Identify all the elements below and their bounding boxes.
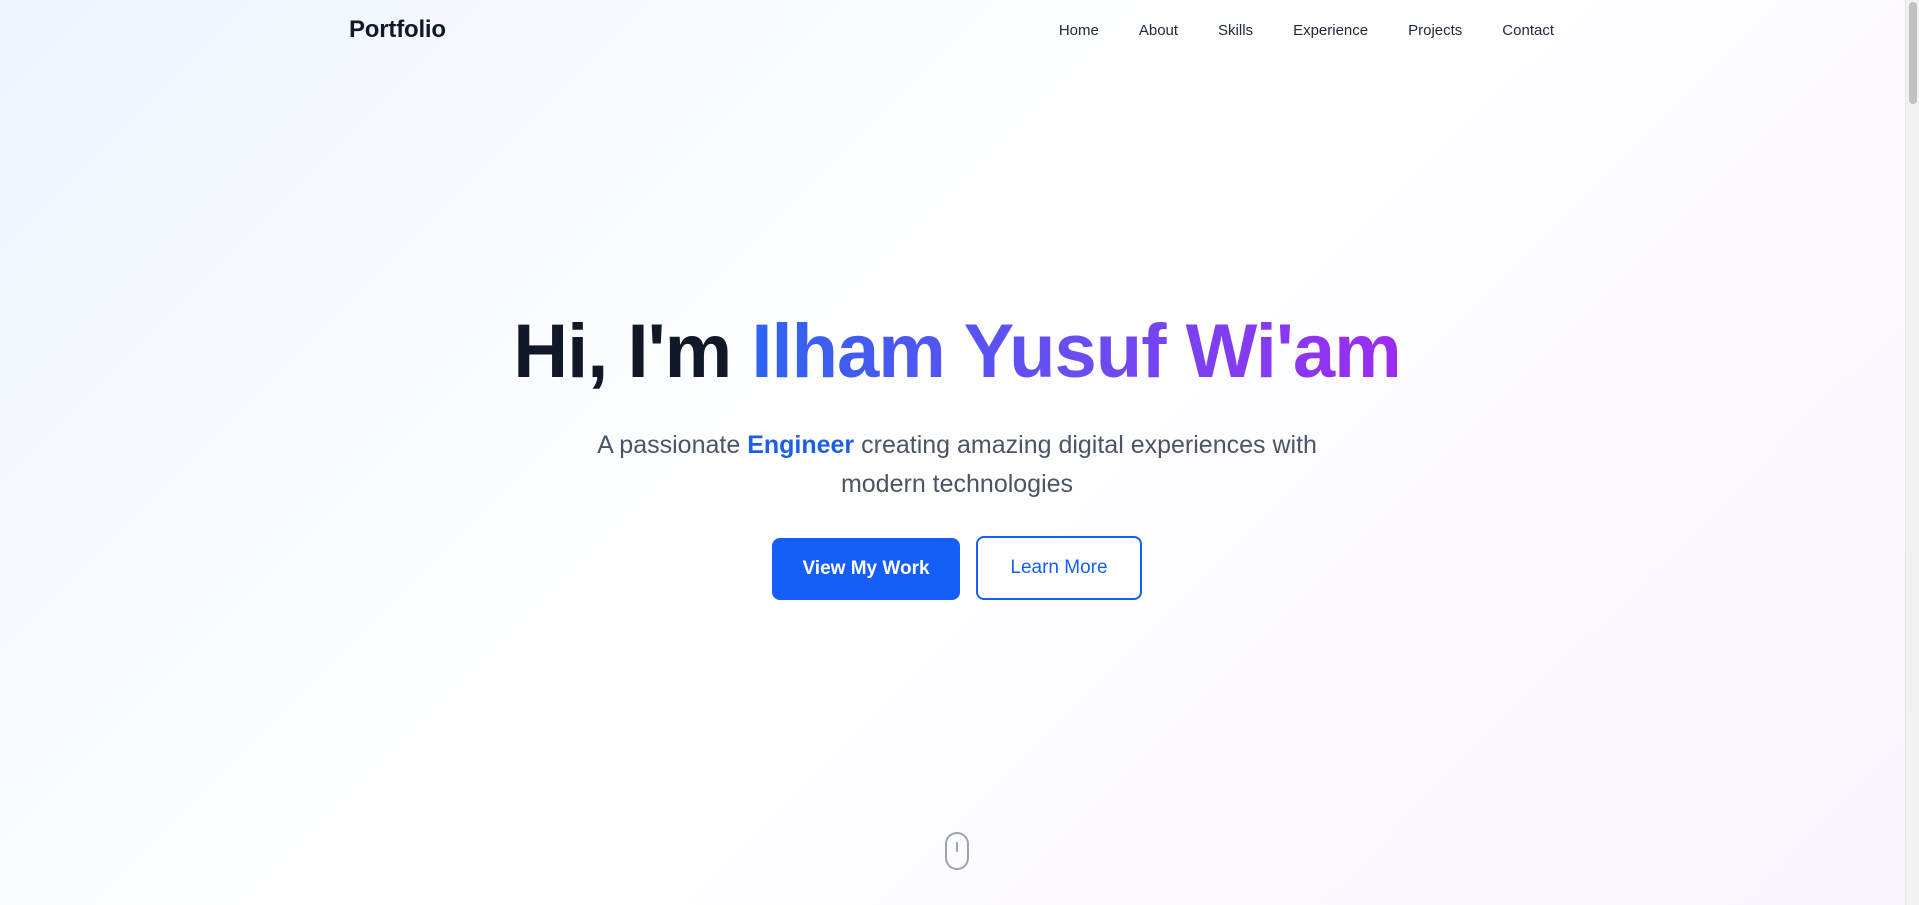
hero-subtitle-prefix: A passionate xyxy=(597,431,748,459)
page-scrollbar[interactable] xyxy=(1905,0,1919,905)
nav-link-experience[interactable]: Experience xyxy=(1293,22,1368,39)
mouse-scroll-icon[interactable] xyxy=(945,832,969,870)
hero-greeting: Hi, I'm xyxy=(513,309,752,394)
hero-name: Ilham Yusuf Wi'am xyxy=(751,309,1401,394)
nav-link-home[interactable]: Home xyxy=(1059,22,1099,39)
learn-more-button[interactable]: Learn More xyxy=(976,536,1142,600)
nav-links: Home About Skills Experience Projects Co… xyxy=(1059,22,1554,39)
hero-buttons: View My Work Learn More xyxy=(772,536,1142,600)
hero-subtitle-suffix: creating amazing digital experiences wit… xyxy=(840,431,1317,498)
hero-section: Portfolio Home About Skills Experience P… xyxy=(0,0,1905,905)
scrollbar-thumb[interactable] xyxy=(1909,2,1917,104)
nav-link-skills[interactable]: Skills xyxy=(1218,22,1253,39)
hero-subtitle-highlight: Engineer xyxy=(747,431,855,459)
hero-subtitle: A passionate Engineer creating amazing d… xyxy=(557,426,1357,504)
scroll-wheel xyxy=(956,842,958,852)
brand-logo[interactable]: Portfolio xyxy=(349,16,446,44)
navbar: Portfolio Home About Skills Experience P… xyxy=(349,0,1554,60)
nav-link-projects[interactable]: Projects xyxy=(1408,22,1462,39)
view-my-work-button[interactable]: View My Work xyxy=(772,538,960,600)
hero-title: Hi, I'm Ilham Yusuf Wi'am xyxy=(0,306,1914,398)
nav-link-about[interactable]: About xyxy=(1139,22,1178,39)
nav-link-contact[interactable]: Contact xyxy=(1502,22,1554,39)
